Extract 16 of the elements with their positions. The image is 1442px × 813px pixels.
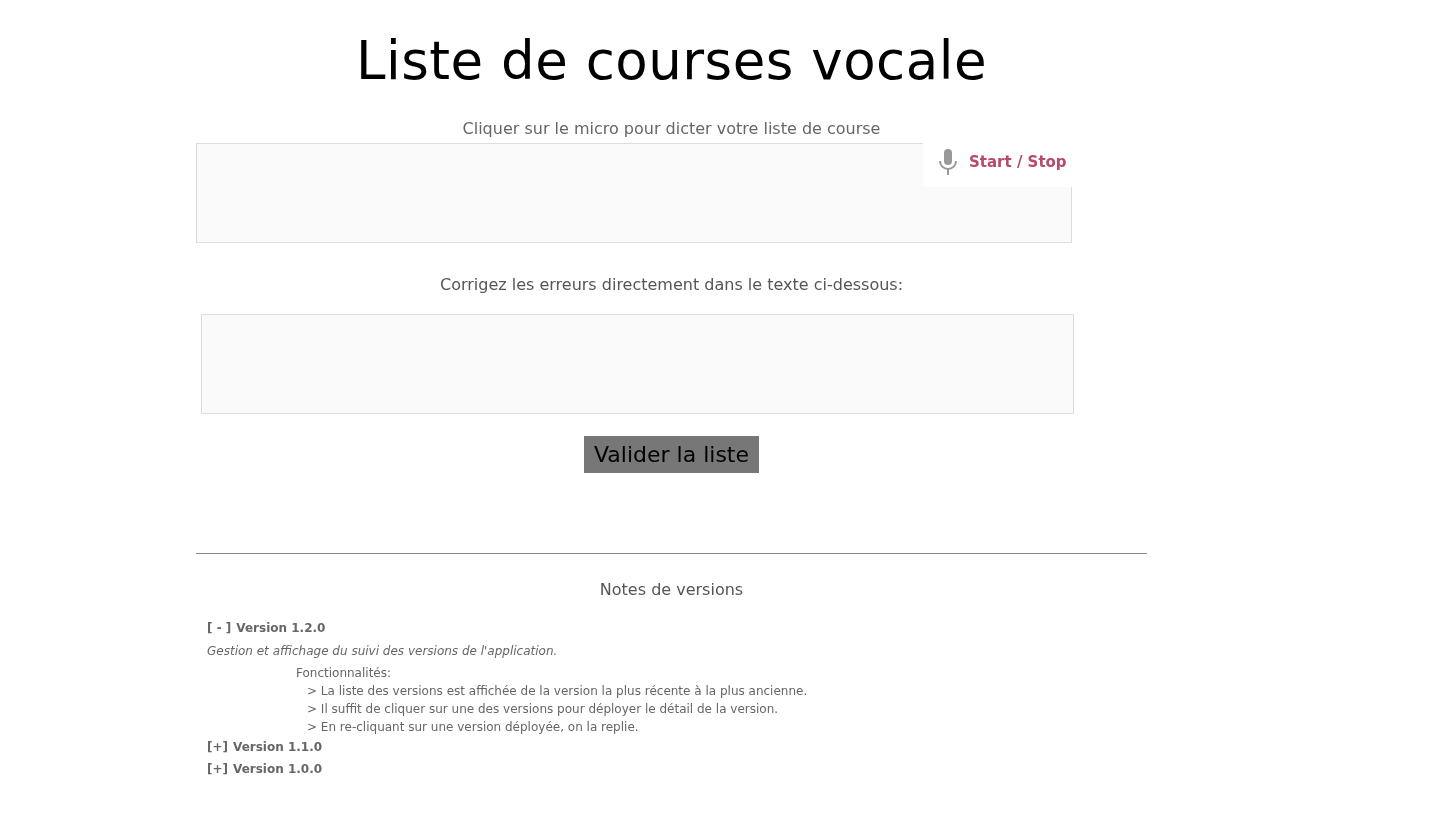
dictation-field[interactable] (196, 143, 1072, 243)
correction-field[interactable] (200, 314, 1074, 414)
validate-button[interactable]: Valider la liste (584, 436, 759, 473)
version-toggle[interactable]: [+] Version 1.0.0 (207, 758, 323, 780)
version-description: Gestion et affichage du suivi des versions de l'application. (207, 644, 559, 658)
correction-instruction: Corrigez les erreurs directement dans le texte ci-dessous: (439, 275, 904, 294)
feature-item: > Il suffit de cliquer sur une des versions pour déployer le détail de la version. (307, 701, 780, 718)
feature-item: > En re-cliquant sur une version déployée, on la replie. (307, 719, 640, 736)
feature-item: > La liste des versions est affichée de la version la plus récente à la plus ancienne. (307, 683, 809, 700)
page-title: Liste de courses vocale (355, 30, 988, 91)
version-toggle[interactable]: [ - ] Version 1.2.0 (207, 617, 326, 639)
version-toggle[interactable]: [+] Version 1.1.0 (207, 736, 323, 758)
release-notes-heading: Notes de versions (599, 580, 744, 599)
features-heading: Fonctionnalités: (296, 665, 392, 682)
microphone-icon (939, 149, 957, 175)
dictation-instruction: Cliquer sur le micro pour dicter votre liste de course (462, 119, 881, 138)
